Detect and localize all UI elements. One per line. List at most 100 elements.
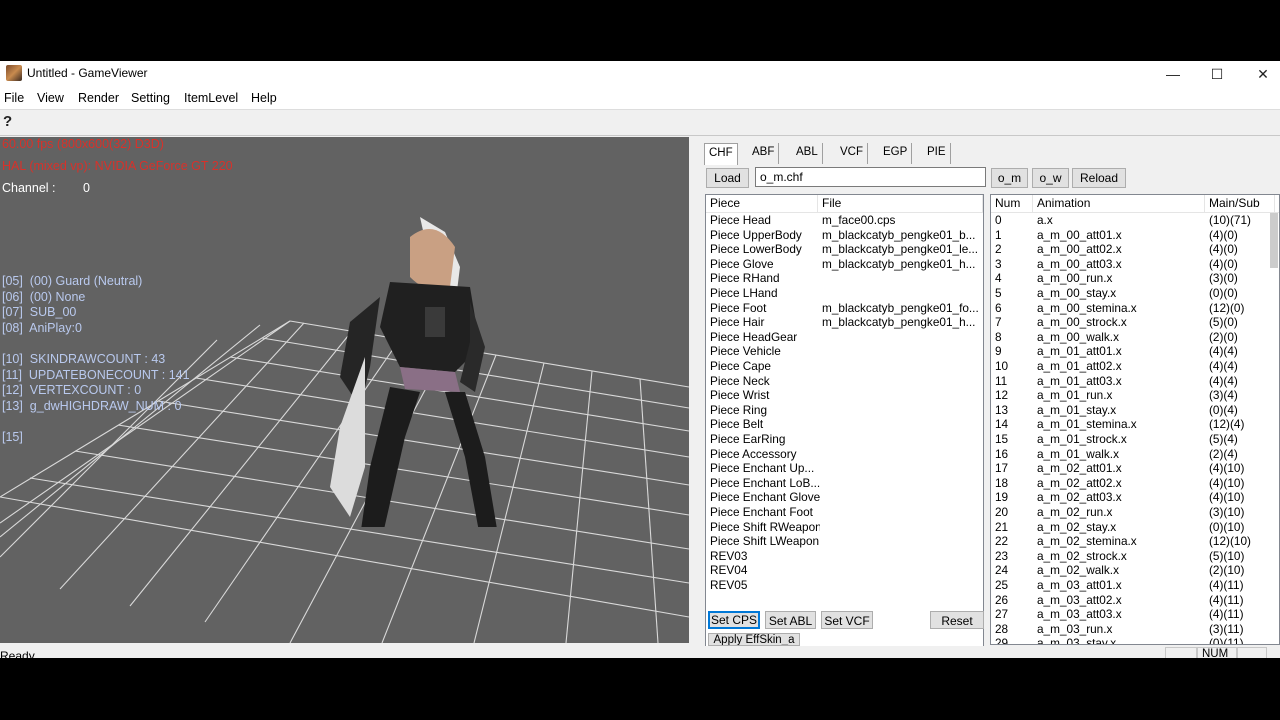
set-abl-button[interactable]: Set ABL [765, 611, 816, 629]
animation-row[interactable]: 3 a_m_00_att03.x (4)(0) [991, 257, 1271, 272]
piece-row[interactable]: Piece Cape [706, 359, 983, 374]
set-vcf-button[interactable]: Set VCF [821, 611, 873, 629]
piece-row[interactable]: Piece Vehicle [706, 344, 983, 359]
animation-row[interactable]: 26 a_m_03_att02.x (4)(11) [991, 593, 1271, 608]
column-header-main-sub[interactable]: Main/Sub [1205, 195, 1275, 212]
piece-row[interactable]: Piece Wrist [706, 388, 983, 403]
column-header-file[interactable]: File [818, 195, 983, 212]
animation-row[interactable]: 18 a_m_02_att02.x (4)(10) [991, 476, 1271, 491]
set-cps-button[interactable]: Set CPS [708, 611, 760, 629]
piece-row[interactable]: Piece Enchant Glove [706, 490, 983, 505]
piece-list[interactable]: Piece File Piece Head m_face00.cps Piece U… [705, 194, 984, 658]
animation-name: a_m_00_att02.x [1037, 242, 1122, 257]
piece-row[interactable]: Piece Foot m_blackcatyb_pengke01_fo... [706, 301, 983, 316]
animation-row[interactable]: 24 a_m_02_walk.x (2)(10) [991, 563, 1271, 578]
piece-row[interactable]: Piece Ring [706, 403, 983, 418]
tab-pie[interactable]: PIE [923, 143, 951, 164]
animation-list[interactable]: Num Animation Main/Sub 0 a.x (10)(71) 1 a_m_… [990, 194, 1280, 645]
piece-row[interactable]: Piece HeadGear [706, 330, 983, 345]
o-w-button[interactable]: o_w [1032, 168, 1069, 188]
menu-help[interactable]: Help [251, 91, 277, 105]
animation-row[interactable]: 21 a_m_02_stay.x (0)(10) [991, 520, 1271, 535]
animation-row[interactable]: 15 a_m_01_strock.x (5)(4) [991, 432, 1271, 447]
animation-num: 12 [995, 388, 1009, 403]
piece-row[interactable]: REV04 [706, 563, 983, 578]
piece-row[interactable]: Piece Shift LWeapon [706, 534, 983, 549]
chf-file-field[interactable]: o_m.chf [755, 167, 986, 187]
animation-row[interactable]: 29 a_m_03_stay.x (0)(11) [991, 636, 1271, 644]
animation-name: a_m_01_walk.x [1037, 446, 1119, 461]
animation-row[interactable]: 10 a_m_01_att02.x (4)(4) [991, 359, 1271, 374]
menu-render[interactable]: Render [78, 91, 119, 105]
piece-row[interactable]: Piece Neck [706, 374, 983, 389]
animation-row[interactable]: 1 a_m_00_att01.x (4)(0) [991, 228, 1271, 243]
tab-vcf[interactable]: VCF [836, 143, 868, 164]
menu-view[interactable]: View [37, 91, 64, 105]
animation-name: a_m_01_att01.x [1037, 344, 1122, 359]
animation-row[interactable]: 6 a_m_00_stemina.x (12)(0) [991, 301, 1271, 316]
piece-row[interactable]: Piece UpperBody m_blackcatyb_pengke01_b..… [706, 228, 983, 243]
piece-row[interactable]: REV05 [706, 578, 983, 593]
animation-row[interactable]: 22 a_m_02_stemina.x (12)(10) [991, 534, 1271, 549]
animation-num: 16 [995, 446, 1009, 461]
3d-viewport[interactable]: 60.00 fps (800x600(32) D3D) HAL (mixed v… [0, 137, 689, 643]
reload-button[interactable]: Reload [1072, 168, 1126, 188]
piece-row[interactable]: Piece Belt [706, 417, 983, 432]
animation-row[interactable]: 13 a_m_01_stay.x (0)(4) [991, 403, 1271, 418]
maximize-button[interactable]: ☐ [1194, 61, 1240, 87]
minimize-button[interactable]: — [1150, 61, 1196, 87]
piece-row[interactable]: Piece Enchant Foot [706, 505, 983, 520]
animation-row[interactable]: 12 a_m_01_run.x (3)(4) [991, 388, 1271, 403]
apply-effskin-button[interactable]: Apply EffSkin_a [708, 633, 800, 646]
animation-row[interactable]: 28 a_m_03_run.x (3)(11) [991, 622, 1271, 637]
o-m-button[interactable]: o_m [991, 168, 1028, 188]
animation-row[interactable]: 2 a_m_00_att02.x (4)(0) [991, 242, 1271, 257]
piece-row[interactable]: Piece EarRing [706, 432, 983, 447]
animation-row[interactable]: 14 a_m_01_stemina.x (12)(4) [991, 417, 1271, 432]
piece-row[interactable]: Piece Accessory [706, 447, 983, 462]
column-header-piece[interactable]: Piece [706, 195, 818, 212]
piece-row[interactable]: Piece RHand [706, 271, 983, 286]
close-button[interactable]: ✕ [1240, 61, 1280, 87]
reset-button[interactable]: Reset [930, 611, 984, 629]
tab-chf[interactable]: CHF [704, 143, 738, 165]
menu-file[interactable]: File [4, 91, 24, 105]
animation-row[interactable]: 25 a_m_03_att01.x (4)(11) [991, 578, 1271, 593]
load-button[interactable]: Load [706, 168, 749, 188]
animation-row[interactable]: 7 a_m_00_strock.x (5)(0) [991, 315, 1271, 330]
status-text: Ready [0, 649, 35, 658]
animation-row[interactable]: 9 a_m_01_att01.x (4)(4) [991, 344, 1271, 359]
piece-row[interactable]: Piece Enchant LoB... [706, 476, 983, 491]
animation-row[interactable]: 5 a_m_00_stay.x (0)(0) [991, 286, 1271, 301]
animation-row[interactable]: 8 a_m_00_walk.x (2)(0) [991, 330, 1271, 345]
menu-itemlevel[interactable]: ItemLevel [184, 91, 238, 105]
tab-egp[interactable]: EGP [879, 143, 913, 164]
piece-row[interactable]: Piece LHand [706, 286, 983, 301]
animation-row[interactable]: 27 a_m_03_att03.x (4)(11) [991, 607, 1271, 622]
menu-setting[interactable]: Setting [131, 91, 170, 105]
tab-abf[interactable]: ABF [748, 143, 780, 164]
tab-abl[interactable]: ABL [792, 143, 823, 164]
animation-main-sub: (4)(10) [1209, 461, 1245, 476]
animation-list-scrollbar[interactable] [1270, 213, 1278, 268]
animation-row[interactable]: 23 a_m_02_strock.x (5)(10) [991, 549, 1271, 564]
piece-row[interactable]: Piece LowerBody m_blackcatyb_pengke01_le.… [706, 242, 983, 257]
animation-row[interactable]: 0 a.x (10)(71) [991, 213, 1271, 228]
column-header-animation[interactable]: Animation [1033, 195, 1205, 212]
animation-row[interactable]: 20 a_m_02_run.x (3)(10) [991, 505, 1271, 520]
animation-row[interactable]: 11 a_m_01_att03.x (4)(4) [991, 374, 1271, 389]
piece-row[interactable]: REV03 [706, 549, 983, 564]
animation-row[interactable]: 16 a_m_01_walk.x (2)(4) [991, 447, 1271, 462]
piece-row[interactable]: Piece Head m_face00.cps [706, 213, 983, 228]
help-icon[interactable]: ? [3, 113, 12, 130]
animation-row[interactable]: 19 a_m_02_att03.x (4)(10) [991, 490, 1271, 505]
animation-row[interactable]: 4 a_m_00_run.x (3)(0) [991, 271, 1271, 286]
piece-row[interactable]: Piece Enchant Up... [706, 461, 983, 476]
title-bar: Untitled - GameViewer — ☐ ✕ [0, 61, 1280, 87]
piece-row[interactable]: Piece Glove m_blackcatyb_pengke01_h... [706, 257, 983, 272]
status-pane-blank-2 [1237, 647, 1267, 658]
piece-row[interactable]: Piece Shift RWeapon [706, 520, 983, 535]
column-header-num[interactable]: Num [991, 195, 1033, 212]
animation-row[interactable]: 17 a_m_02_att01.x (4)(10) [991, 461, 1271, 476]
piece-row[interactable]: Piece Hair m_blackcatyb_pengke01_h... [706, 315, 983, 330]
